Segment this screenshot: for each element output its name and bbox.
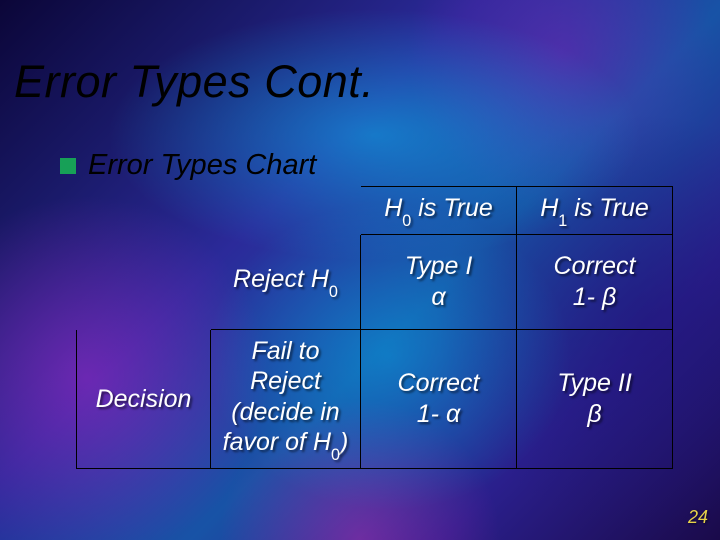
- slide-subtitle: Error Types Chart: [88, 149, 316, 182]
- table-row: Reject H0 Type I α Correct 1- β: [77, 234, 673, 329]
- subtitle-row: Error Types Chart: [60, 149, 316, 182]
- cell-fail-h0true: Correct 1- α: [361, 329, 517, 468]
- blank-cell: [77, 187, 211, 235]
- blank-cell: [77, 234, 211, 329]
- cell-reject-h0true: Type I α: [361, 234, 517, 329]
- row-group-decision: Decision: [77, 329, 211, 468]
- table-row: Decision Fail to Reject (decide in favor…: [77, 329, 673, 468]
- table: H0 is True H1 is True Reject H0 Type I α…: [76, 186, 673, 469]
- error-types-table: H0 is True H1 is True Reject H0 Type I α…: [76, 186, 670, 469]
- slide-title: Error Types Cont.: [14, 56, 374, 108]
- table-header-row: H0 is True H1 is True: [77, 187, 673, 235]
- row-label-fail-to-reject: Fail to Reject (decide in favor of H0): [211, 329, 361, 468]
- cell-reject-h1true: Correct 1- β: [517, 234, 673, 329]
- page-number: 24: [688, 507, 708, 528]
- col-header-h1-true: H1 is True: [517, 187, 673, 235]
- row-label-reject: Reject H0: [211, 234, 361, 329]
- bullet-icon: [60, 158, 76, 174]
- blank-cell: [211, 187, 361, 235]
- col-header-h0-true: H0 is True: [361, 187, 517, 235]
- cell-fail-h1true: Type II β: [517, 329, 673, 468]
